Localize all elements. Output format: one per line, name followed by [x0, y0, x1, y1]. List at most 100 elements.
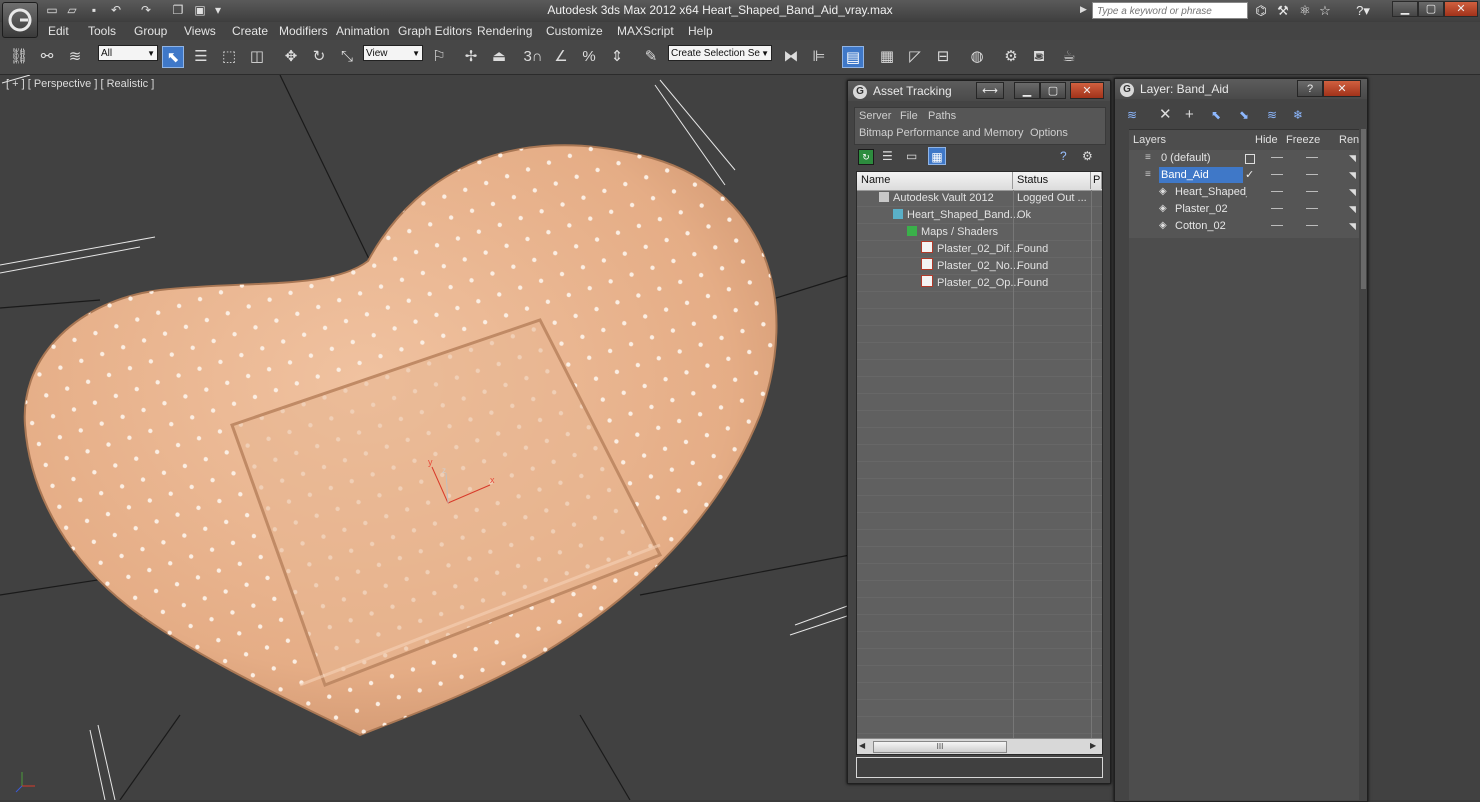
open-file-icon[interactable]: ▱ — [64, 3, 80, 18]
rectangular-selection-icon[interactable]: ⬚ — [218, 46, 240, 68]
current-layer-checkbox[interactable] — [1245, 154, 1255, 164]
create-layer-icon[interactable]: ≋ — [1127, 107, 1143, 123]
menu-tools[interactable]: Tools — [88, 23, 116, 39]
layer-row[interactable]: ◈ Plaster_02 ◥ — [1129, 201, 1359, 218]
freeze-unfreeze-all-icon[interactable]: ❄ — [1293, 107, 1309, 123]
table-row[interactable]: Plaster_02_Dif... Found — [857, 241, 1102, 258]
select-and-manipulate-icon[interactable]: ✢ — [460, 46, 482, 68]
layer-help-button[interactable]: ? — [1297, 80, 1323, 97]
render-toggle-icon[interactable]: ◥ — [1349, 150, 1356, 166]
table-row[interactable] — [857, 326, 1102, 343]
layers-column-header[interactable]: Layers — [1133, 134, 1166, 146]
panel-close-button[interactable]: ✕ — [1070, 82, 1104, 99]
help-icon[interactable]: ?▾ — [1350, 2, 1376, 20]
redo-icon[interactable]: ↷ — [138, 3, 154, 18]
table-row[interactable] — [857, 411, 1102, 428]
table-row[interactable] — [857, 428, 1102, 445]
table-row[interactable] — [857, 445, 1102, 462]
table-row[interactable] — [857, 513, 1102, 530]
layer-close-button[interactable]: ✕ — [1323, 80, 1361, 97]
render-column-header[interactable]: Ren — [1339, 134, 1359, 146]
quick-access-dropdown-icon[interactable]: ▾ — [210, 3, 226, 18]
table-row[interactable] — [857, 309, 1102, 326]
select-and-scale-icon[interactable]: ⤡ — [336, 46, 358, 68]
table-row[interactable] — [857, 394, 1102, 411]
hide-toggle[interactable] — [1271, 157, 1283, 158]
table-row[interactable] — [857, 547, 1102, 564]
render-toggle-icon[interactable]: ◥ — [1349, 218, 1356, 234]
render-toggle-icon[interactable]: ◥ — [1349, 184, 1356, 200]
table-row[interactable]: Autodesk Vault 2012 Logged Out ... — [857, 190, 1102, 207]
layer-row[interactable]: ≡ Band_Aid ✓ ◥ — [1129, 167, 1359, 184]
menu-modifiers[interactable]: Modifiers — [279, 23, 328, 39]
panel-maximize-button[interactable]: ▢ — [1040, 82, 1066, 99]
material-editor-icon[interactable]: ◍ — [966, 46, 988, 68]
menu-help[interactable]: Help — [688, 23, 713, 39]
table-row[interactable] — [857, 496, 1102, 513]
freeze-column-header[interactable]: Freeze — [1286, 134, 1320, 146]
table-row[interactable] — [857, 700, 1102, 717]
freeze-toggle[interactable] — [1306, 191, 1318, 192]
select-and-link-icon[interactable]: ⛓ — [8, 46, 30, 68]
layer-manager-icon[interactable]: ▤ — [842, 46, 864, 68]
table-row[interactable]: Plaster_02_Op... Found — [857, 275, 1102, 292]
favorites-star-icon[interactable]: ☆ — [1316, 2, 1334, 20]
freeze-toggle[interactable] — [1306, 174, 1318, 175]
thumbnail-view-icon[interactable]: ▭ — [906, 149, 920, 163]
delete-layer-icon[interactable]: ✕ — [1159, 107, 1175, 123]
table-row[interactable] — [857, 360, 1102, 377]
project-folder-icon[interactable]: ❐ — [170, 3, 186, 18]
hide-toggle[interactable] — [1271, 174, 1283, 175]
table-row[interactable]: Plaster_02_No... Found — [857, 258, 1102, 275]
select-and-move-icon[interactable]: ✥ — [280, 46, 302, 68]
bind-space-warp-icon[interactable]: ≋ — [64, 46, 86, 68]
select-by-name-icon[interactable]: ☰ — [190, 46, 212, 68]
table-view-icon[interactable]: ▦ — [928, 147, 946, 165]
align-icon[interactable]: ⊫ — [808, 46, 830, 68]
table-row[interactable] — [857, 530, 1102, 547]
named-selection-dropdown[interactable]: Create Selection Se ▼ — [668, 45, 772, 61]
horizontal-scrollbar[interactable]: ◀ III ▶ — [857, 738, 1102, 754]
table-row[interactable]: Heart_Shaped_Band... Ok — [857, 207, 1102, 224]
pivot-point-center-icon[interactable]: ⚐ — [428, 46, 450, 68]
search-input[interactable]: Type a keyword or phrase — [1092, 2, 1248, 19]
hide-toggle[interactable] — [1271, 225, 1283, 226]
menu-graph-editors[interactable]: Graph Editors — [398, 23, 472, 39]
table-row[interactable] — [857, 649, 1102, 666]
menu-rendering[interactable]: Rendering — [477, 23, 532, 39]
window-crossing-icon[interactable]: ◫ — [246, 46, 268, 68]
column-name-header[interactable]: Name — [857, 172, 1013, 189]
table-row[interactable] — [857, 564, 1102, 581]
freeze-toggle[interactable] — [1306, 157, 1318, 158]
select-object-icon[interactable]: ⬉ — [162, 46, 184, 68]
render-production-icon[interactable]: ☕ — [1058, 46, 1080, 68]
column-status-header[interactable]: Status — [1013, 172, 1091, 189]
table-row[interactable] — [857, 292, 1102, 309]
binoculars-icon[interactable]: ⌬ — [1252, 2, 1270, 20]
app-menu-button[interactable] — [2, 2, 38, 38]
render-toggle-icon[interactable]: ◥ — [1349, 201, 1356, 217]
scroll-right-icon[interactable]: ▶ — [1090, 741, 1096, 750]
menu-create[interactable]: Create — [232, 23, 268, 39]
communication-icon[interactable]: ⚛ — [1296, 2, 1314, 20]
refresh-icon[interactable]: ↻ — [858, 149, 874, 165]
table-row[interactable] — [857, 666, 1102, 683]
maximize-button[interactable]: ▢ — [1418, 1, 1444, 17]
table-row[interactable] — [857, 683, 1102, 700]
keyboard-shortcut-override-icon[interactable]: ⏏ — [488, 46, 510, 68]
rendered-frame-window-icon[interactable]: ⛾ — [1028, 46, 1050, 68]
panel-minimize-button[interactable]: ▁ — [1014, 82, 1040, 99]
settings-icon[interactable]: ⚙ — [1082, 149, 1096, 163]
unlink-icon[interactable]: ⚯ — [36, 46, 58, 68]
hide-unhide-all-icon[interactable]: ≋ — [1267, 107, 1283, 123]
table-row[interactable] — [857, 479, 1102, 496]
edit-named-selection-icon[interactable]: ✎ — [640, 46, 662, 68]
scroll-left-icon[interactable]: ◀ — [859, 741, 865, 750]
table-row[interactable] — [857, 632, 1102, 649]
save-file-icon[interactable]: ▪ — [86, 3, 102, 18]
subscription-icon[interactable]: ⚒ — [1274, 2, 1292, 20]
menu-maxscript[interactable]: MAXScript — [617, 23, 674, 39]
render-toggle-icon[interactable]: ◥ — [1349, 167, 1356, 183]
search-expand-icon[interactable]: ▶ — [1080, 4, 1087, 15]
new-scene-icon[interactable]: ▭ — [44, 3, 60, 18]
